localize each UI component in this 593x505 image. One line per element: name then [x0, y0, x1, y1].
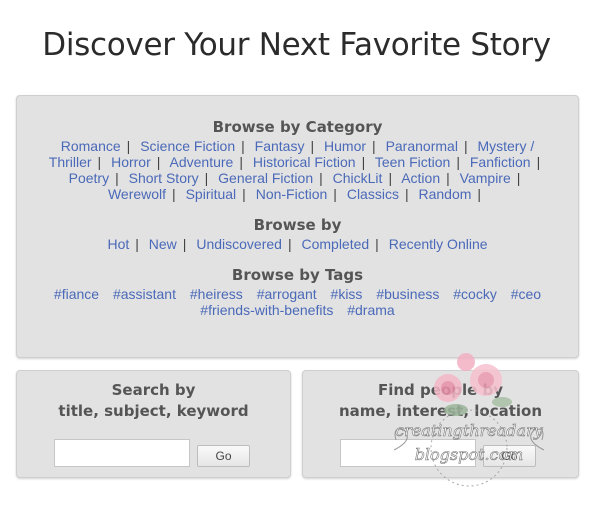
tag-link-2[interactable]: #heiress [190, 286, 243, 302]
category-link-16[interactable]: Vampire [460, 170, 511, 186]
browse-panel: Browse by Category Romance | Science Fict… [16, 95, 579, 358]
search-input[interactable] [54, 439, 190, 467]
category-link-1[interactable]: Science Fiction [140, 138, 235, 154]
search-heading-line2: title, subject, keyword [58, 402, 249, 420]
watermark-text-2: blogspot.com [415, 445, 524, 464]
browse-by-section: Browse by Hot | New | Undiscovered | Comple… [17, 216, 578, 252]
separator: | [204, 170, 209, 186]
search-heading: Search by title, subject, keyword [17, 380, 290, 422]
separator: | [536, 154, 541, 170]
category-link-15[interactable]: Action [401, 170, 440, 186]
tag-link-6[interactable]: #cocky [453, 286, 497, 302]
tag-links: #fiance #assistant #heiress #arrogant #k… [17, 286, 578, 318]
separator: | [310, 138, 315, 154]
category-links: Romance | Science Fiction | Fantasy | Humor… [17, 138, 578, 202]
separator: | [135, 236, 139, 252]
category-link-7[interactable]: Adventure [170, 154, 234, 170]
browse-by-link-4[interactable]: Recently Online [389, 236, 488, 252]
tag-link-9[interactable]: #drama [347, 302, 394, 318]
category-link-11[interactable]: Poetry [69, 170, 109, 186]
browse-by-heading: Browse by [253, 216, 342, 234]
category-link-14[interactable]: ChickLit [333, 170, 383, 186]
separator: | [404, 186, 409, 202]
category-link-17[interactable]: Werewolf [108, 186, 166, 202]
category-link-3[interactable]: Humor [324, 138, 366, 154]
watermark-text-1: creatingthreadary [395, 421, 544, 440]
separator: | [361, 154, 366, 170]
separator: | [97, 154, 102, 170]
separator: | [172, 186, 176, 202]
watermark-logo: creatingthreadary blogspot.com [393, 353, 545, 487]
browse-by-link-2[interactable]: Undiscovered [196, 236, 282, 252]
separator: | [477, 186, 482, 202]
separator: | [156, 154, 161, 170]
tag-link-1[interactable]: #assistant [113, 286, 176, 302]
tag-link-0[interactable]: #fiance [54, 286, 99, 302]
separator: | [333, 186, 337, 202]
browse-category-section: Browse by Category Romance | Science Fict… [17, 118, 578, 202]
browse-tags-heading: Browse by Tags [231, 266, 364, 284]
search-panel: Search by title, subject, keyword Go [16, 370, 291, 478]
category-link-20[interactable]: Classics [347, 186, 399, 202]
browse-by-link-1[interactable]: New [149, 236, 177, 252]
category-link-8[interactable]: Historical Fiction [253, 154, 356, 170]
category-link-4[interactable]: Paranormal [386, 138, 458, 154]
separator: | [463, 138, 468, 154]
tag-link-5[interactable]: #business [376, 286, 439, 302]
search-go-button[interactable]: Go [197, 445, 250, 467]
category-link-9[interactable]: Teen Fiction [375, 154, 450, 170]
separator: | [319, 170, 323, 186]
category-link-21[interactable]: Random [418, 186, 471, 202]
separator: | [239, 154, 243, 170]
search-heading-line1: Search by [111, 381, 196, 399]
separator: | [372, 138, 376, 154]
browse-by-links: Hot | New | Undiscovered | Completed | Recen… [17, 236, 578, 252]
browse-by-link-0[interactable]: Hot [107, 236, 129, 252]
separator: | [126, 138, 131, 154]
category-link-6[interactable]: Horror [111, 154, 151, 170]
tag-link-3[interactable]: #arrogant [257, 286, 317, 302]
tag-link-7[interactable]: #ceo [511, 286, 541, 302]
separator: | [242, 186, 246, 202]
category-link-12[interactable]: Short Story [129, 170, 199, 186]
browse-by-link-3[interactable]: Completed [301, 236, 369, 252]
category-link-19[interactable]: Non-Fiction [256, 186, 328, 202]
separator: | [115, 170, 119, 186]
category-link-10[interactable]: Fanfiction [470, 154, 531, 170]
separator: | [516, 170, 521, 186]
separator: | [388, 170, 393, 186]
browse-tags-section: Browse by Tags #fiance #assistant #heire… [17, 266, 578, 318]
tag-link-4[interactable]: #kiss [331, 286, 363, 302]
category-link-0[interactable]: Romance [61, 138, 121, 154]
separator: | [287, 236, 292, 252]
tag-link-8[interactable]: #friends-with-benefits [200, 302, 333, 318]
separator: | [456, 154, 460, 170]
separator: | [182, 236, 187, 252]
page-title: Discover Your Next Favorite Story [42, 27, 551, 63]
category-link-13[interactable]: General Fiction [218, 170, 313, 186]
browse-category-heading: Browse by Category [212, 118, 383, 136]
category-link-18[interactable]: Spiritual [186, 186, 237, 202]
category-link-2[interactable]: Fantasy [255, 138, 305, 154]
separator: | [241, 138, 245, 154]
separator: | [446, 170, 450, 186]
separator: | [375, 236, 379, 252]
